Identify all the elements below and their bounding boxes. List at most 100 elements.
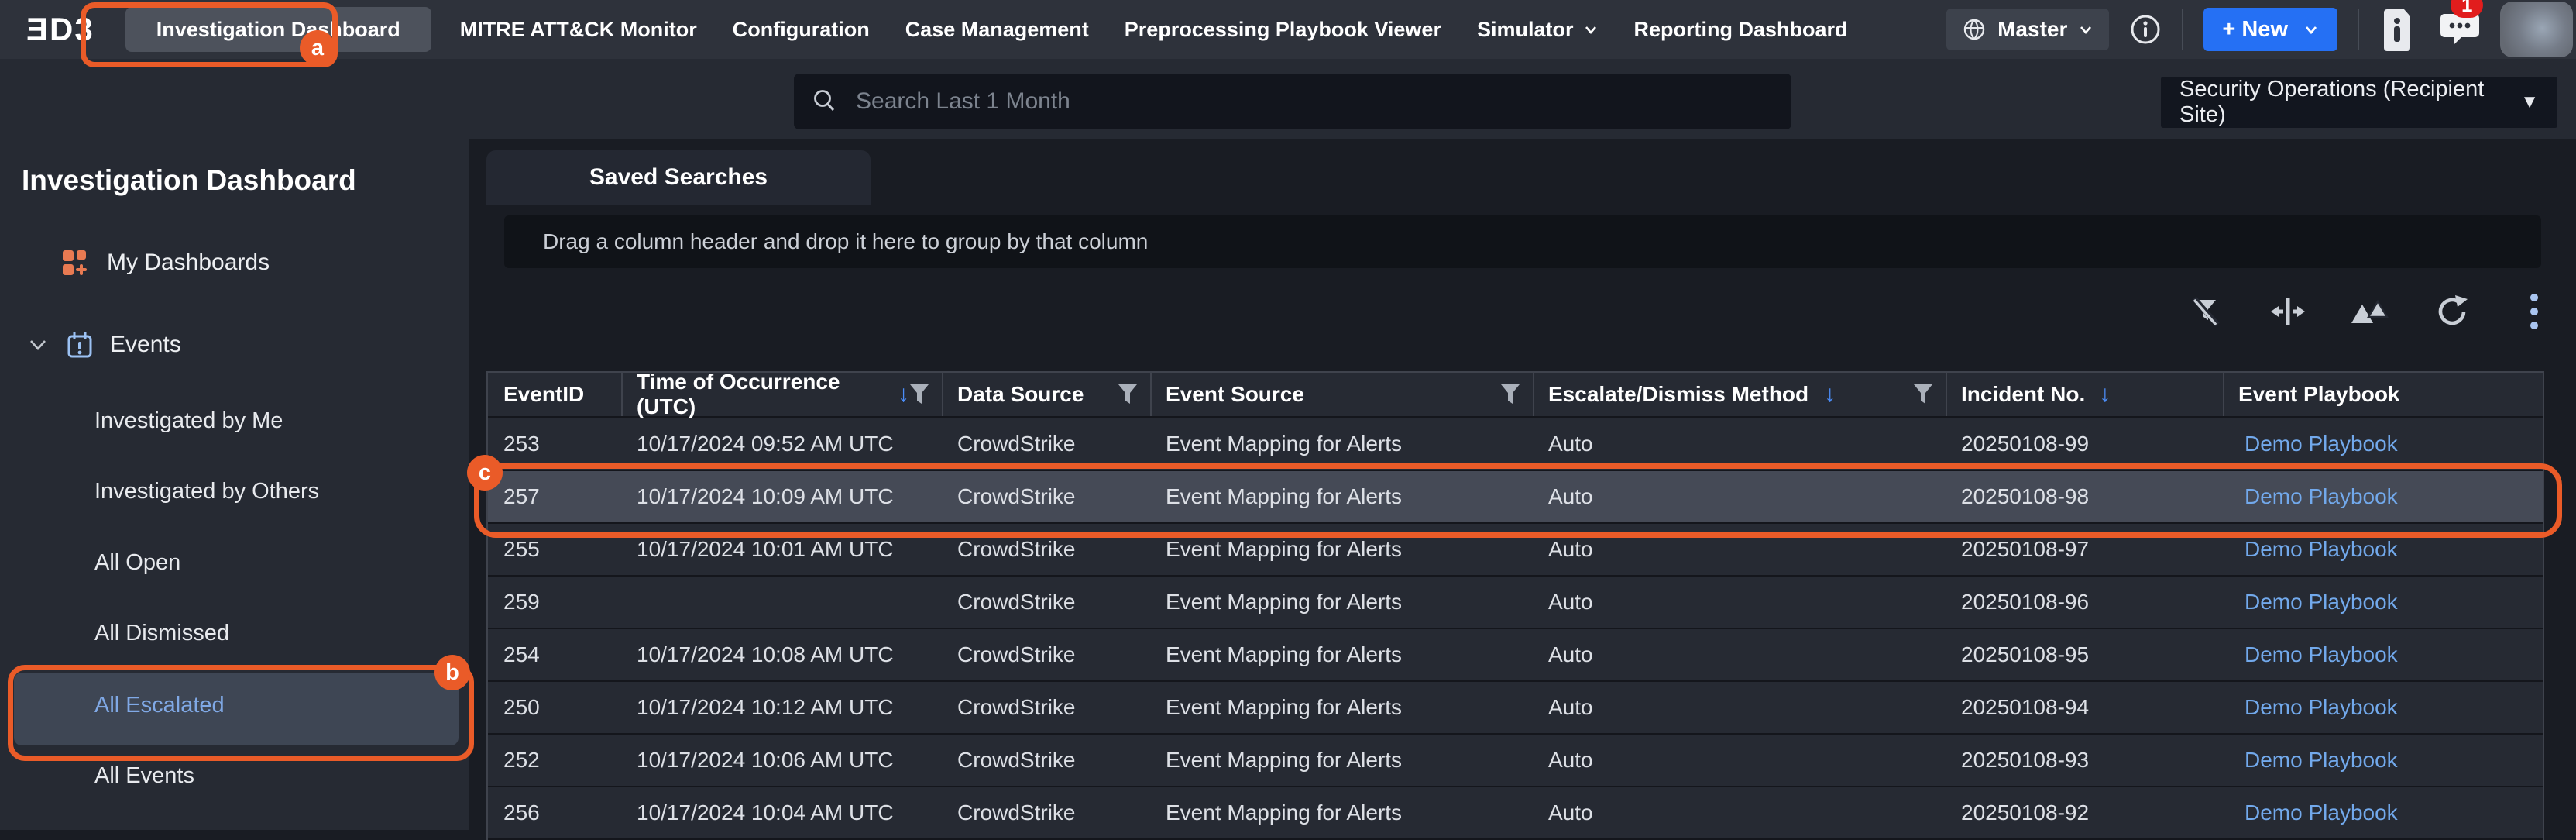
playbook-link[interactable]: Demo Playbook [2224,787,2543,838]
column-header-time-of-occurrence[interactable]: Time of Occurrence (UTC) ↓ [623,373,943,416]
new-button[interactable]: + New [2203,8,2337,51]
sidebar-group-events[interactable]: Events [26,330,181,360]
filter-funnel-icon[interactable] [1500,384,1520,405]
release-notes-document-icon[interactable] [2381,8,2413,51]
cell-event-source: Event Mapping for Alerts [1152,471,1534,522]
cell-data-source: CrowdStrike [943,471,1152,522]
sidebar-item-all-dismissed[interactable]: All Dismissed [94,621,229,646]
table-row[interactable]: 250 10/17/2024 10:12 AM UTC CrowdStrike … [488,682,2543,735]
master-site-selector[interactable]: Master [1946,9,2109,50]
nav-tab-reporting-dashboard[interactable]: Reporting Dashboard [1616,18,1866,42]
nav-tab-simulator[interactable]: Simulator [1459,18,1616,42]
table-row[interactable]: 253 10/17/2024 09:52 AM UTC CrowdStrike … [488,418,2543,471]
annotation-b-badge: b [434,655,470,690]
cell-event-source: Event Mapping for Alerts [1152,787,1534,838]
cell-method: Auto [1534,577,1947,628]
column-label: Time of Occurrence (UTC) [637,370,895,419]
search-input[interactable] [854,88,1748,115]
cell-event-source: Event Mapping for Alerts [1152,682,1534,733]
nav-tab-simulator-label: Simulator [1477,18,1574,42]
grid-toolbar [2187,293,2553,330]
cell-method: Auto [1534,735,1947,786]
chevron-down-icon [26,333,50,356]
d3-logo[interactable]: ƎD3 [26,11,94,48]
annotation-c-badge: c [467,455,503,491]
events-table: EventID Time of Occurrence (UTC) ↓ Data … [486,371,2544,840]
clear-filter-icon[interactable] [2187,293,2224,330]
sidebar-item-investigated-by-me[interactable]: Investigated by Me [94,408,283,434]
sort-desc-icon[interactable]: ↓ [1824,381,1836,408]
caret-down-icon: ▼ [2520,91,2539,113]
table-row[interactable]: 256 10/17/2024 10:04 AM UTC CrowdStrike … [488,787,2543,840]
nav-tab-investigation-dashboard[interactable]: Investigation Dashboard [125,7,431,52]
nav-tab-mitre-attck-monitor[interactable]: MITRE ATT&CK Monitor [442,18,715,42]
column-header-incident-no[interactable]: Incident No. ↓ [1947,373,2224,416]
table-row[interactable]: 255 10/17/2024 10:01 AM UTC CrowdStrike … [488,524,2543,577]
global-search[interactable] [794,74,1791,129]
top-nav-bar: ƎD3 Investigation Dashboard MITRE ATT&CK… [0,0,2576,59]
refresh-icon[interactable] [2433,293,2471,330]
tab-saved-searches[interactable]: Saved Searches [486,150,871,205]
column-label: EventID [503,382,584,407]
nav-tab-case-management[interactable]: Case Management [888,18,1107,42]
nav-tab-configuration[interactable]: Configuration [715,18,888,42]
column-header-escalate-dismiss-method[interactable]: Escalate/Dismiss Method ↓ [1534,373,1947,416]
sidebar-item-investigated-by-others[interactable]: Investigated by Others [94,479,319,504]
cell-event-id: 250 [488,682,623,733]
sort-desc-icon[interactable]: ↓ [2099,381,2111,408]
info-icon[interactable] [2129,13,2162,46]
cell-event-id: 256 [488,787,623,838]
sidebar-item-all-escalated[interactable]: All Escalated [94,693,225,718]
column-header-data-source[interactable]: Data Source [943,373,1152,416]
cell-event-source: Event Mapping for Alerts [1152,418,1534,470]
column-header-event-playbook[interactable]: Event Playbook [2224,373,2543,416]
filter-funnel-icon[interactable] [1118,384,1138,405]
playbook-link[interactable]: Demo Playbook [2224,471,2543,522]
playbook-link[interactable]: Demo Playbook [2224,735,2543,786]
playbook-link[interactable]: Demo Playbook [2224,629,2543,680]
cell-event-id: 252 [488,735,623,786]
chart-triangles-icon[interactable] [2351,293,2389,330]
playbook-link[interactable]: Demo Playbook [2224,418,2543,470]
sidebar-item-all-events[interactable]: All Events [94,763,194,789]
sort-desc-icon[interactable]: ↓ [898,381,909,408]
cell-time: 10/17/2024 10:12 AM UTC [623,682,943,733]
divider [2358,9,2359,50]
filter-funnel-icon[interactable] [1913,384,1933,405]
globe-icon [1962,17,1987,42]
avatar[interactable] [2500,2,2573,57]
cell-method: Auto [1534,524,1947,575]
table-row[interactable]: 259 CrowdStrike Event Mapping for Alerts… [488,577,2543,629]
kebab-menu-icon[interactable] [2516,293,2553,330]
cell-event-source: Event Mapping for Alerts [1152,524,1534,575]
sidebar-item-my-dashboards[interactable]: My Dashboards [60,248,270,277]
cell-data-source: CrowdStrike [943,629,1152,680]
cell-incident-no: 20250108-94 [1947,682,2224,733]
table-row-highlighted[interactable]: 257 10/17/2024 10:09 AM UTC CrowdStrike … [488,471,2543,524]
cell-time [623,577,943,628]
site-selector-dropdown[interactable]: Security Operations (Recipient Site) ▼ [2161,77,2557,128]
cell-time: 10/17/2024 09:52 AM UTC [623,418,943,470]
cell-method: Auto [1534,418,1947,470]
events-calendar-icon [65,330,94,360]
column-resize-icon[interactable] [2269,293,2306,330]
cell-method: Auto [1534,682,1947,733]
playbook-link[interactable]: Demo Playbook [2224,682,2543,733]
column-header-eventid[interactable]: EventID [488,373,623,416]
sidebar-item-all-open[interactable]: All Open [94,550,180,576]
column-label: Data Source [957,382,1084,407]
group-by-drop-zone[interactable]: Drag a column header and drop it here to… [504,215,2541,268]
chevron-down-icon [1583,22,1599,37]
table-row[interactable]: 252 10/17/2024 10:06 AM UTC CrowdStrike … [488,735,2543,787]
playbook-link[interactable]: Demo Playbook [2224,524,2543,575]
cell-incident-no: 20250108-92 [1947,787,2224,838]
table-row[interactable]: 254 10/17/2024 10:08 AM UTC CrowdStrike … [488,629,2543,682]
notifications-button[interactable]: 1 [2440,9,2480,50]
filter-funnel-icon[interactable] [909,384,929,405]
playbook-link[interactable]: Demo Playbook [2224,577,2543,628]
cell-method: Auto [1534,787,1947,838]
cell-event-id: 253 [488,418,623,470]
column-header-event-source[interactable]: Event Source [1152,373,1534,416]
nav-tab-preprocessing-playbook-viewer[interactable]: Preprocessing Playbook Viewer [1107,18,1459,42]
sidebar-item-all-escalated-highlight[interactable] [14,673,459,745]
